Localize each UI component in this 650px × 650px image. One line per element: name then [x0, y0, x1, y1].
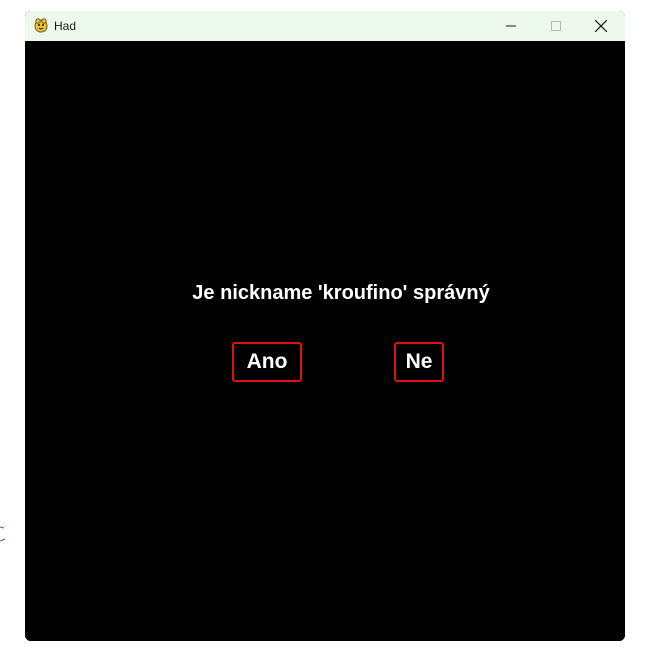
- game-canvas: Je nickname 'kroufino' správný Ano Ne: [25, 41, 625, 641]
- maximize-button[interactable]: [533, 11, 578, 41]
- title-bar[interactable]: Had: [25, 11, 625, 41]
- maximize-icon: [550, 21, 561, 31]
- snake-app-icon: [34, 18, 48, 33]
- desktop: Had Je nickname 'kroufino' správný Ano N…: [0, 0, 650, 650]
- yes-button[interactable]: Ano: [232, 342, 302, 382]
- minimize-button[interactable]: [488, 11, 533, 41]
- desktop-edge-mark: [0, 526, 6, 542]
- app-window: Had Je nickname 'kroufino' správný Ano N…: [25, 11, 625, 641]
- minimize-icon: [505, 25, 516, 27]
- window-title: Had: [54, 19, 77, 33]
- no-button[interactable]: Ne: [394, 342, 444, 382]
- close-icon: [594, 20, 607, 32]
- close-button[interactable]: [578, 11, 623, 41]
- confirm-nickname-question: Je nickname 'kroufino' správný: [192, 282, 490, 304]
